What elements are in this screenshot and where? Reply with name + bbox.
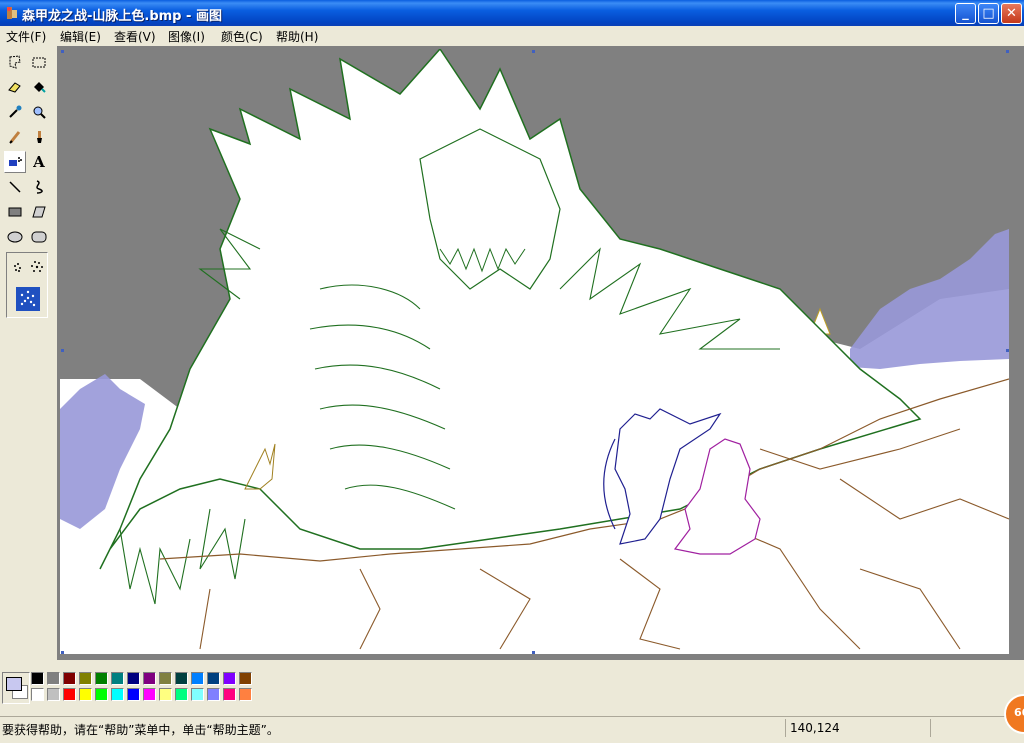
window-title: 森甲龙之战-山脉上色.bmp - 画图 [22, 9, 222, 24]
menu-colors[interactable]: 颜色(C) [221, 28, 263, 45]
palette-swatch[interactable] [95, 688, 108, 701]
status-help-text: 要获得帮助，请在“帮助”菜单中，单击“帮助主题”。 [2, 723, 279, 737]
palette-swatch[interactable] [143, 688, 156, 701]
palette-swatch[interactable] [127, 672, 140, 685]
foreground-color-swatch [6, 677, 22, 691]
cursor-coordinates: 140,124 [785, 719, 930, 737]
palette-swatch[interactable] [143, 672, 156, 685]
line-icon[interactable] [4, 176, 26, 198]
airbrush-icon[interactable] [4, 151, 26, 173]
rounded-rect-icon[interactable] [28, 226, 50, 248]
drawing-canvas[interactable] [60, 49, 1009, 654]
rectangle-icon[interactable] [4, 201, 26, 223]
status-size-panel [930, 719, 1001, 737]
brush-icon[interactable] [28, 126, 50, 148]
title-bar: 森甲龙之战-山脉上色.bmp - 画图 _ □ ✕ [0, 0, 1024, 26]
palette-swatch[interactable] [191, 688, 204, 701]
status-bar: 要获得帮助，请在“帮助”菜单中，单击“帮助主题”。 140,124 [0, 716, 1024, 743]
palette-swatch[interactable] [159, 688, 172, 701]
palette-swatch[interactable] [207, 688, 220, 701]
palette-swatch[interactable] [63, 672, 76, 685]
palette-swatch[interactable] [127, 688, 140, 701]
palette-swatch[interactable] [223, 688, 236, 701]
palette-swatch[interactable] [223, 672, 236, 685]
palette-swatch[interactable] [175, 688, 188, 701]
menu-help[interactable]: 帮助(H) [276, 28, 318, 45]
palette-swatch[interactable] [239, 672, 252, 685]
menu-edit[interactable]: 编辑(E) [60, 28, 101, 45]
pencil-icon[interactable] [4, 126, 26, 148]
free-select-icon[interactable] [4, 51, 26, 73]
color-palette [0, 666, 1024, 716]
palette-swatch[interactable] [31, 672, 44, 685]
menu-view[interactable]: 查看(V) [114, 28, 156, 45]
airbrush-size-options [6, 252, 48, 318]
ellipse-icon[interactable] [4, 226, 26, 248]
palette-swatch[interactable] [31, 688, 44, 701]
palette-swatch[interactable] [191, 672, 204, 685]
curve-icon[interactable] [28, 176, 50, 198]
close-button[interactable]: ✕ [1001, 3, 1022, 24]
menu-image[interactable]: 图像(I) [168, 28, 205, 45]
current-colors-indicator [2, 672, 30, 704]
menu-file[interactable]: 文件(F) [6, 28, 46, 45]
maximize-button[interactable]: □ [978, 3, 999, 24]
polygon-icon[interactable] [28, 201, 50, 223]
fill-bucket-icon[interactable] [28, 76, 50, 98]
palette-swatch[interactable] [63, 688, 76, 701]
palette-swatch[interactable] [207, 672, 220, 685]
toolbox: A [0, 46, 56, 656]
palette-swatch[interactable] [47, 672, 60, 685]
palette-swatch[interactable] [79, 688, 92, 701]
menu-bar: 文件(F) 编辑(E) 查看(V) 图像(I) 颜色(C) 帮助(H) [0, 26, 1024, 46]
text-icon[interactable]: A [28, 151, 50, 173]
airbrush-small-option[interactable] [11, 261, 25, 275]
palette-swatch[interactable] [95, 672, 108, 685]
palette-swatch[interactable] [79, 672, 92, 685]
airbrush-medium-option[interactable] [29, 259, 45, 275]
palette-swatch[interactable] [47, 688, 60, 701]
palette-swatch[interactable] [175, 672, 188, 685]
eraser-icon[interactable] [4, 76, 26, 98]
color-picker-icon[interactable] [4, 101, 26, 123]
airbrush-large-option[interactable] [16, 287, 40, 311]
palette-swatch[interactable] [159, 672, 172, 685]
canvas-area [57, 46, 1024, 660]
palette-swatch[interactable] [111, 688, 124, 701]
palette-swatch[interactable] [239, 688, 252, 701]
palette-swatch[interactable] [111, 672, 124, 685]
magnifier-icon[interactable] [28, 101, 50, 123]
minimize-button[interactable]: _ [955, 3, 976, 24]
canvas-artwork [60, 49, 1009, 654]
rect-select-icon[interactable] [28, 51, 50, 73]
paint-app-icon [7, 7, 17, 19]
